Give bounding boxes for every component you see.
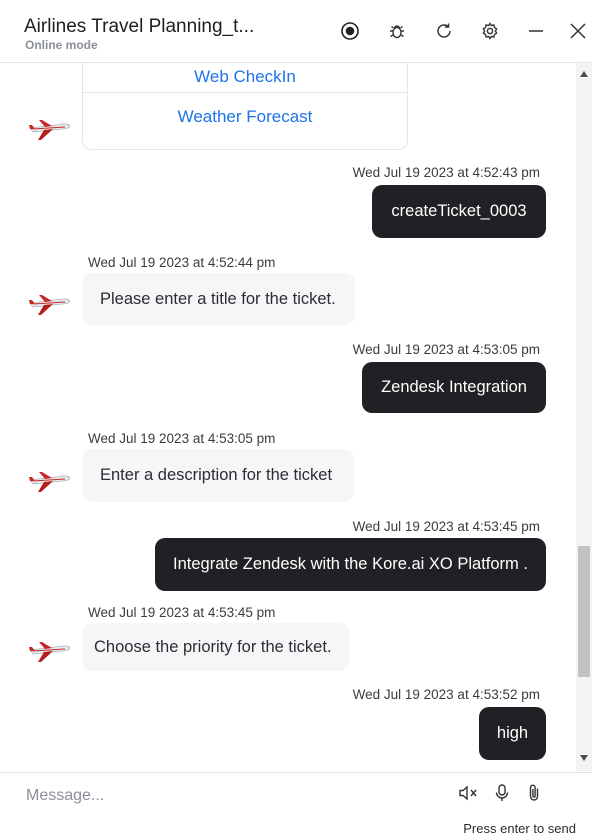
bot-message: Enter a description for the ticket xyxy=(82,449,354,502)
scroll-up-arrow-icon[interactable] xyxy=(580,71,588,77)
chat-header: Airlines Travel Planning_t... Online mod… xyxy=(0,0,592,63)
message-timestamp: Wed Jul 19 2023 at 4:53:45 pm xyxy=(352,519,540,534)
scroll-down-arrow-icon[interactable] xyxy=(580,755,588,761)
bot-message: Please enter a title for the ticket. xyxy=(82,273,355,325)
airplane-avatar-icon xyxy=(29,295,71,315)
message-timestamp: Wed Jul 19 2023 at 4:52:43 pm xyxy=(352,165,540,180)
chat-area[interactable]: Web CheckIn Weather Forecast Wed Jul 19 … xyxy=(0,63,576,771)
record-icon[interactable] xyxy=(339,20,361,42)
web-checkin-button[interactable]: Web CheckIn xyxy=(83,67,407,87)
speaker-mute-icon[interactable] xyxy=(458,782,480,804)
airplane-avatar-icon xyxy=(29,472,71,492)
connection-status: Online mode xyxy=(25,38,98,52)
microphone-icon[interactable] xyxy=(491,782,513,804)
message-timestamp: Wed Jul 19 2023 at 4:52:44 pm xyxy=(88,255,276,270)
bot-message: Choose the priority for the ticket. xyxy=(82,623,349,671)
close-icon[interactable] xyxy=(567,20,589,42)
message-timestamp: Wed Jul 19 2023 at 4:53:05 pm xyxy=(88,431,276,446)
user-message: high xyxy=(479,707,546,760)
options-divider xyxy=(83,92,407,93)
message-timestamp: Wed Jul 19 2023 at 4:53:52 pm xyxy=(352,687,540,702)
message-timestamp: Wed Jul 19 2023 at 4:53:45 pm xyxy=(88,605,276,620)
bot-title: Airlines Travel Planning_t... xyxy=(24,16,255,37)
scrollbar-thumb[interactable] xyxy=(578,546,590,677)
attachment-icon[interactable] xyxy=(523,782,545,804)
settings-icon[interactable] xyxy=(479,20,501,42)
message-timestamp: Wed Jul 19 2023 at 4:53:05 pm xyxy=(352,342,540,357)
chat-scrollbar[interactable] xyxy=(576,63,592,771)
airplane-avatar-icon xyxy=(29,120,71,140)
weather-forecast-button[interactable]: Weather Forecast xyxy=(83,107,407,127)
user-message: Zendesk Integration xyxy=(362,362,546,413)
options-card: Web CheckIn Weather Forecast xyxy=(82,63,408,150)
airplane-avatar-icon xyxy=(29,642,71,662)
minimize-icon[interactable] xyxy=(525,20,547,42)
user-message: createTicket_0003 xyxy=(372,185,546,238)
refresh-icon[interactable] xyxy=(433,20,455,42)
message-input[interactable] xyxy=(24,783,428,809)
message-composer: Press enter to send xyxy=(0,772,592,839)
user-message: Integrate Zendesk with the Kore.ai XO Pl… xyxy=(155,538,546,591)
bug-icon[interactable] xyxy=(386,20,408,42)
send-hint: Press enter to send xyxy=(463,821,576,836)
